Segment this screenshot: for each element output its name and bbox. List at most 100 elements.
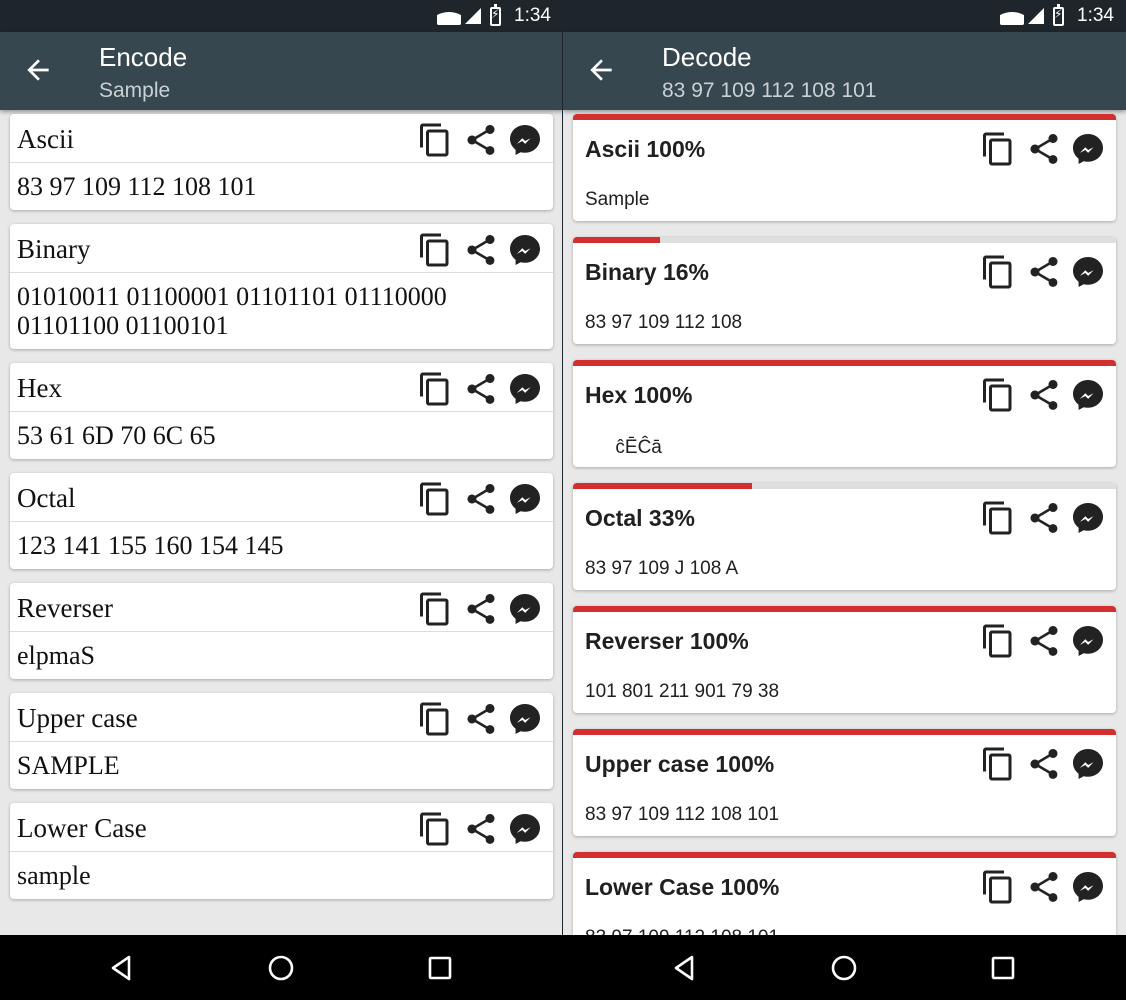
status-bar: 1:34 [563,0,1126,32]
copy-icon[interactable] [980,623,1016,659]
messenger-icon[interactable] [1070,869,1106,905]
copy-icon[interactable] [980,254,1016,290]
encode-card-list[interactable]: Ascii 83 97 109 112 108 101 Binary 01010011… [10,114,553,913]
copy-icon[interactable] [980,869,1016,905]
recents-nav-button[interactable] [424,952,456,984]
home-nav-button[interactable] [265,952,297,984]
share-icon[interactable] [463,122,499,158]
app-bar: Encode Sample [0,32,563,110]
card-header: Binary [10,224,553,273]
card-actions [417,591,549,627]
home-nav-button[interactable] [828,952,860,984]
decode-card-list[interactable]: Ascii 100% Sample Binary 16% 83 97 109 112… [573,114,1116,935]
messenger-icon[interactable] [1070,500,1106,536]
share-icon[interactable] [463,701,499,737]
messenger-icon[interactable] [507,371,543,407]
back-arrow-icon[interactable] [22,54,54,86]
messenger-icon[interactable] [1070,254,1106,290]
card-actions [417,811,549,847]
confidence-bar [573,483,1116,489]
page-title: Decode [662,42,752,72]
confidence-fill [573,729,1116,735]
card-header: Ascii [10,114,553,163]
card-value: 01010011 01100001 01101101 01110000 0110… [17,282,447,340]
confidence-fill [573,237,660,243]
card-value: 83 97 109 112 108 101 [585,927,779,935]
signal-icon [465,8,481,24]
share-icon[interactable] [1026,377,1062,413]
card-value: Sample [585,189,650,210]
card-title: Lower Case 100% [585,874,780,900]
messenger-icon[interactable] [507,811,543,847]
copy-icon[interactable] [980,746,1016,782]
decode-card: Upper case 100% 83 97 109 112 108 101 [573,729,1116,836]
card-actions [980,254,1112,290]
share-icon[interactable] [1026,746,1062,782]
copy-icon[interactable] [417,122,453,158]
copy-icon[interactable] [980,500,1016,536]
page-title: Encode [99,42,188,72]
messenger-icon[interactable] [507,122,543,158]
copy-icon[interactable] [417,232,453,268]
share-icon[interactable] [463,232,499,268]
card-title: Octal [17,483,76,513]
recents-nav-button[interactable] [987,952,1019,984]
card-actions [980,623,1112,659]
back-nav-button[interactable] [106,952,138,984]
decode-card: Ascii 100% Sample [573,114,1116,221]
card-actions [980,746,1112,782]
card-title: Upper case 100% [585,751,775,777]
status-time: 1:34 [514,5,551,26]
share-icon[interactable] [1026,131,1062,167]
card-value: ĉĒĈā [585,437,662,458]
card-value: sample [17,861,91,890]
copy-icon[interactable] [417,481,453,517]
confidence-fill [573,483,753,489]
copy-icon[interactable] [417,701,453,737]
share-icon[interactable] [1026,500,1062,536]
battery-charging-icon [490,4,501,26]
page-subtitle: Sample [99,79,171,102]
messenger-icon[interactable] [1070,131,1106,167]
messenger-icon[interactable] [507,701,543,737]
card-header: Hex [10,363,553,412]
back-arrow-icon[interactable] [585,54,617,86]
confidence-fill [573,852,1116,858]
share-icon[interactable] [463,371,499,407]
messenger-icon[interactable] [507,232,543,268]
card-value: SAMPLE [17,751,120,780]
card-actions [417,371,549,407]
status-bar: 1:34 [0,0,563,32]
decode-card: Octal 33% 83 97 109 J 108 A [573,483,1116,590]
copy-icon[interactable] [417,591,453,627]
card-value: 83 97 109 112 108 [585,312,743,333]
share-icon[interactable] [1026,869,1062,905]
card-actions [417,701,549,737]
share-icon[interactable] [463,591,499,627]
card-title: Binary 16% [585,259,710,285]
copy-icon[interactable] [980,131,1016,167]
copy-icon[interactable] [980,377,1016,413]
card-value: 83 97 109 J 108 A [585,558,739,579]
share-icon[interactable] [463,481,499,517]
card-actions [980,377,1112,413]
back-nav-button[interactable] [669,952,701,984]
messenger-icon[interactable] [1070,623,1106,659]
card-header: Reverser [10,583,553,632]
confidence-bar [573,360,1116,366]
encode-card: Octal 123 141 155 160 154 145 [10,473,553,569]
status-time: 1:34 [1077,5,1114,26]
encode-card: Reverser elpmaS [10,583,553,679]
messenger-icon[interactable] [507,481,543,517]
messenger-icon[interactable] [1070,377,1106,413]
messenger-icon[interactable] [1070,746,1106,782]
messenger-icon[interactable] [507,591,543,627]
share-icon[interactable] [463,811,499,847]
card-header: Upper case [10,693,553,742]
share-icon[interactable] [1026,254,1062,290]
copy-icon[interactable] [417,811,453,847]
copy-icon[interactable] [417,371,453,407]
card-value: 53 61 6D 70 6C 65 [17,421,216,450]
decode-card: Hex 100% ĉĒĈā [573,360,1116,467]
share-icon[interactable] [1026,623,1062,659]
